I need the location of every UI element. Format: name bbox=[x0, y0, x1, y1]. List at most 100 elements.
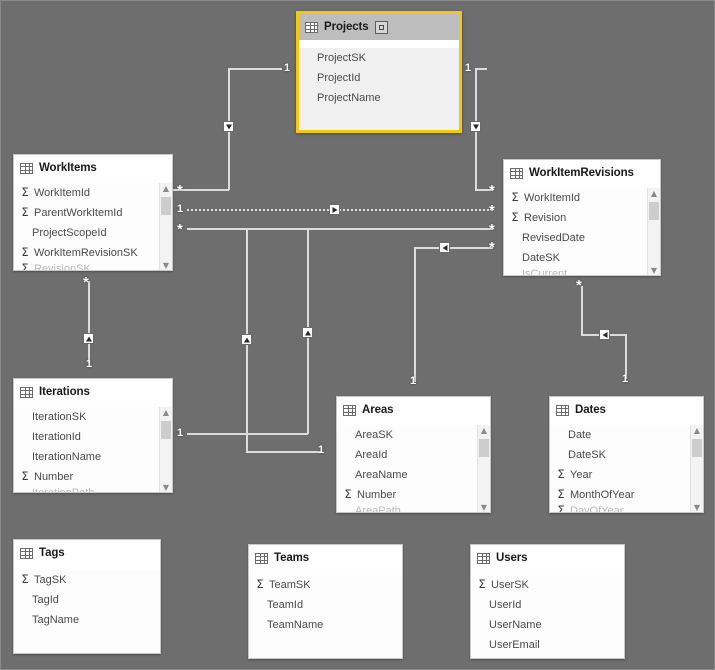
table-header-iterations[interactable]: Iterations bbox=[14, 379, 172, 405]
field-label: ProjectSK bbox=[317, 52, 366, 64]
field-row[interactable]: AreaSK bbox=[337, 425, 490, 445]
table-card-iterations[interactable]: Iterations ▲ ▼ IterationSK IterationId I… bbox=[13, 378, 173, 493]
vertical-scrollbar[interactable]: ▲ ▼ bbox=[647, 188, 660, 275]
scroll-down-icon[interactable]: ▼ bbox=[160, 482, 172, 492]
field-label: TagName bbox=[32, 614, 80, 626]
field-row[interactable]: Σ Revision bbox=[504, 208, 660, 228]
field-row[interactable]: Σ TagSK bbox=[14, 570, 160, 590]
table-card-projects[interactable]: Projects ProjectSK ProjectId ProjectName bbox=[296, 11, 462, 133]
table-title-users: Users bbox=[496, 552, 528, 564]
scrollbar-thumb[interactable] bbox=[161, 197, 171, 215]
field-row[interactable]: Σ TeamSK bbox=[249, 575, 402, 595]
field-row-clipped[interactable]: IsCurrent bbox=[504, 268, 660, 275]
table-fields-projects: ProjectSK ProjectId ProjectName bbox=[299, 48, 459, 130]
field-row[interactable]: DateSK bbox=[550, 445, 703, 465]
scroll-up-icon[interactable]: ▲ bbox=[691, 425, 703, 437]
field-row[interactable]: Σ Number bbox=[337, 485, 490, 505]
field-row[interactable]: TeamName bbox=[249, 615, 402, 635]
scroll-up-icon[interactable]: ▲ bbox=[160, 407, 172, 419]
vertical-scrollbar[interactable]: ▲ ▼ bbox=[159, 407, 172, 492]
field-row[interactable]: UserEmail bbox=[471, 635, 624, 655]
field-row-clipped[interactable]: Σ RevisionSK bbox=[14, 263, 172, 270]
scroll-up-icon[interactable]: ▲ bbox=[478, 425, 490, 437]
table-header-dates[interactable]: Dates bbox=[550, 397, 703, 423]
relationship-direction-arrow-5[interactable] bbox=[83, 333, 94, 344]
field-row[interactable]: UserId bbox=[471, 595, 624, 615]
table-card-workitems[interactable]: WorkItems ▲ ▼ Σ WorkItemId Σ ParentWorkIte… bbox=[13, 154, 173, 271]
scrollbar-thumb[interactable] bbox=[479, 439, 489, 457]
table-icon bbox=[20, 162, 33, 174]
restore-icon[interactable] bbox=[374, 20, 388, 34]
field-row[interactable]: TagName bbox=[14, 610, 160, 630]
table-icon bbox=[20, 386, 33, 398]
table-title-iterations: Iterations bbox=[39, 386, 90, 398]
scrollbar-thumb[interactable] bbox=[692, 439, 702, 457]
field-row[interactable]: UserName bbox=[471, 615, 624, 635]
vertical-scrollbar[interactable]: ▲ ▼ bbox=[477, 425, 490, 512]
field-row-clipped[interactable]: Σ DayOfYear bbox=[550, 505, 703, 513]
vertical-scrollbar[interactable]: ▲ ▼ bbox=[690, 425, 703, 512]
field-row[interactable]: ProjectScopeId bbox=[14, 223, 172, 243]
table-header-areas[interactable]: Areas bbox=[337, 397, 490, 423]
relationship-direction-arrow-4[interactable] bbox=[439, 242, 450, 253]
scroll-down-icon[interactable]: ▼ bbox=[478, 502, 490, 512]
field-label: TagSK bbox=[34, 574, 67, 586]
table-card-dates[interactable]: Dates ▲ ▼ Date DateSK Σ Year Σ MonthOfYear… bbox=[549, 396, 704, 513]
field-row[interactable]: Date bbox=[550, 425, 703, 445]
table-title-workitems: WorkItems bbox=[39, 162, 97, 174]
field-row[interactable]: ProjectId bbox=[299, 68, 459, 88]
relationship-direction-arrow-7[interactable] bbox=[302, 327, 313, 338]
cardinality-marker-13: 1 bbox=[622, 373, 629, 385]
scroll-up-icon[interactable]: ▲ bbox=[648, 188, 660, 200]
scroll-down-icon[interactable]: ▼ bbox=[648, 265, 660, 275]
scroll-up-icon[interactable]: ▲ bbox=[160, 183, 172, 195]
table-header-workitemrevisions[interactable]: WorkItemRevisions bbox=[504, 160, 660, 186]
table-header-teams[interactable]: Teams bbox=[249, 545, 402, 571]
field-row[interactable]: RevisedDate bbox=[504, 228, 660, 248]
relationship-direction-arrow-1[interactable] bbox=[223, 121, 234, 132]
scroll-down-icon[interactable]: ▼ bbox=[160, 260, 172, 270]
cardinality-marker-2: * bbox=[177, 182, 183, 199]
field-row[interactable]: TeamId bbox=[249, 595, 402, 615]
table-header-users[interactable]: Users bbox=[471, 545, 624, 571]
table-card-users[interactable]: Users Σ UserSK UserId UserName UserEmail bbox=[470, 544, 625, 659]
field-row[interactable]: AreaId bbox=[337, 445, 490, 465]
field-row[interactable]: Σ UserSK bbox=[471, 575, 624, 595]
table-card-areas[interactable]: Areas ▲ ▼ AreaSK AreaId AreaName Σ Number… bbox=[336, 396, 491, 513]
sigma-icon: Σ bbox=[21, 572, 29, 587]
field-row[interactable]: Σ WorkItemRevisionSK bbox=[14, 243, 172, 263]
field-row[interactable]: Σ WorkItemId bbox=[14, 183, 172, 203]
field-row-clipped[interactable]: AreaPath bbox=[337, 505, 490, 512]
sigma-icon: Σ bbox=[557, 505, 565, 513]
table-card-teams[interactable]: Teams Σ TeamSK TeamId TeamName bbox=[248, 544, 403, 659]
field-row[interactable]: Σ Year bbox=[550, 465, 703, 485]
field-row[interactable]: Σ WorkItemId bbox=[504, 188, 660, 208]
vertical-scrollbar[interactable]: ▲ ▼ bbox=[159, 183, 172, 270]
scrollbar-thumb[interactable] bbox=[161, 421, 171, 439]
relationship-direction-arrow-8[interactable] bbox=[599, 329, 610, 340]
field-row[interactable]: IterationName bbox=[14, 447, 172, 467]
table-header-projects[interactable]: Projects bbox=[299, 14, 459, 40]
table-card-tags[interactable]: Tags Σ TagSK TagId TagName bbox=[13, 539, 161, 654]
field-row[interactable]: TagId bbox=[14, 590, 160, 610]
table-header-tags[interactable]: Tags bbox=[14, 540, 160, 566]
relationship-direction-arrow-6[interactable] bbox=[241, 334, 252, 345]
relationship-canvas[interactable]: 1 * 1 * 1 * * * * * 1 * 1 1 1 1 Projects… bbox=[0, 0, 715, 670]
field-row[interactable]: Σ MonthOfYear bbox=[550, 485, 703, 505]
cardinality-marker-9: * bbox=[489, 239, 495, 256]
table-card-workitemrevisions[interactable]: WorkItemRevisions ▲ ▼ Σ WorkItemId Σ Revis… bbox=[503, 159, 661, 276]
scroll-down-icon[interactable]: ▼ bbox=[691, 502, 703, 512]
field-row[interactable]: ProjectSK bbox=[299, 48, 459, 68]
table-header-workitems[interactable]: WorkItems bbox=[14, 155, 172, 181]
field-row[interactable]: AreaName bbox=[337, 465, 490, 485]
field-row[interactable]: ProjectName bbox=[299, 88, 459, 108]
relationship-direction-arrow-2[interactable] bbox=[470, 121, 481, 132]
field-row[interactable]: DateSK bbox=[504, 248, 660, 268]
field-row[interactable]: IterationSK bbox=[14, 407, 172, 427]
field-row[interactable]: Σ Number bbox=[14, 467, 172, 487]
scrollbar-thumb[interactable] bbox=[649, 202, 659, 220]
field-row[interactable]: Σ ParentWorkItemId bbox=[14, 203, 172, 223]
relationship-direction-arrow-3[interactable] bbox=[329, 204, 340, 215]
field-row[interactable]: IterationId bbox=[14, 427, 172, 447]
field-row-clipped[interactable]: IterationPath bbox=[14, 487, 172, 492]
